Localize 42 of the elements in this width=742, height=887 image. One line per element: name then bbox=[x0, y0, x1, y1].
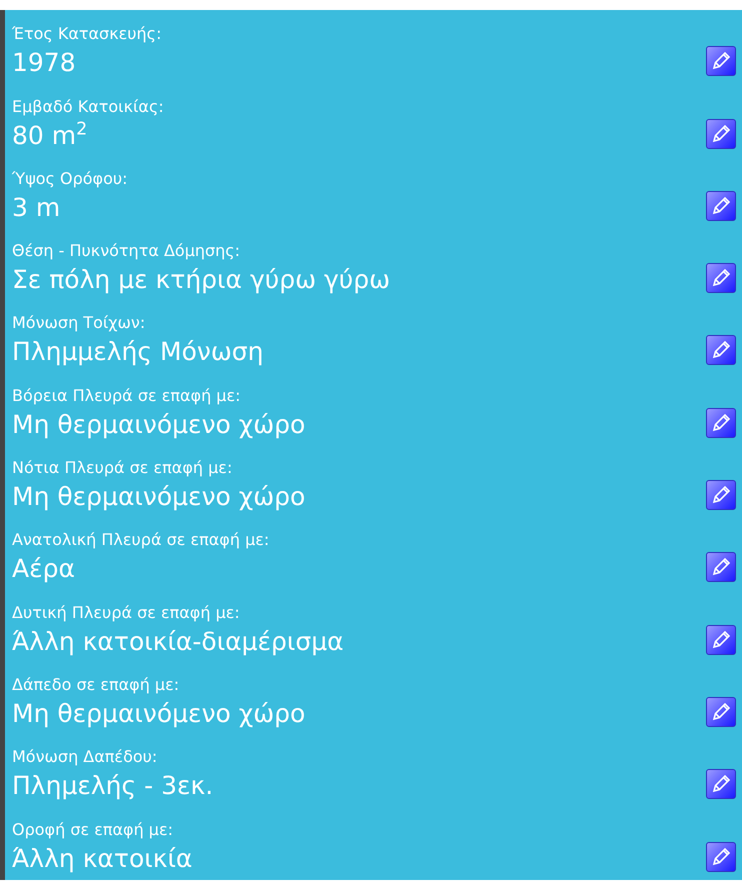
field-value: Άλλη κατοικία-διαμέρισμα bbox=[12, 626, 345, 658]
field-label: Ύψος Ορόφου: bbox=[12, 168, 129, 189]
field-label: Δυτική Πλευρά σε επαφή με: bbox=[12, 602, 241, 623]
field-value: Μη θερμαινόμενο χώρο bbox=[12, 408, 306, 441]
edit-button[interactable] bbox=[706, 696, 736, 727]
pencil-icon bbox=[710, 846, 732, 868]
edit-button[interactable] bbox=[706, 263, 736, 294]
field-value: Αέρα bbox=[12, 553, 76, 586]
pencil-icon bbox=[710, 194, 732, 217]
field-label: Έτος Κατασκευής: bbox=[12, 24, 162, 44]
field-label: Οροφή σε επαφή με: bbox=[12, 820, 174, 840]
field-label: Εμβαδό Κατοικίας: bbox=[12, 96, 165, 117]
pencil-icon bbox=[710, 122, 732, 145]
field-label: Θέση - Πυκνότητα Δόμησης: bbox=[12, 241, 242, 262]
edit-button[interactable] bbox=[706, 480, 736, 510]
pencil-icon bbox=[710, 412, 732, 434]
edit-button[interactable] bbox=[706, 408, 736, 438]
edit-button[interactable] bbox=[706, 46, 736, 76]
field-value: 1978 bbox=[12, 47, 77, 80]
edit-button[interactable] bbox=[706, 190, 736, 221]
edit-button[interactable] bbox=[706, 624, 736, 655]
pencil-icon bbox=[710, 628, 732, 651]
edit-button[interactable] bbox=[706, 118, 736, 149]
pencil-icon bbox=[710, 700, 732, 723]
field-value: 80 m$^{2}$ bbox=[12, 118, 88, 152]
field-label: Μόνωση Δαπέδου: bbox=[12, 747, 158, 768]
field-label: Νότια Πλευρά σε επαφή με: bbox=[12, 458, 234, 478]
field-value: Πλημελής - 3εκ. bbox=[12, 770, 214, 802]
edit-button[interactable] bbox=[706, 842, 736, 872]
field-value: Μη θερμαινόμενο χώρο bbox=[12, 698, 306, 730]
edit-button[interactable] bbox=[706, 552, 736, 582]
field-label: Δάπεδο σε επαφή με: bbox=[12, 674, 180, 695]
field-value: Πλημμελής Μόνωση bbox=[12, 336, 264, 368]
field-value: 3 m bbox=[12, 192, 62, 224]
field-label: Ανατολική Πλευρά σε επαφή με: bbox=[12, 530, 270, 550]
field-value: Σε πόλη με κτήρια γύρω γύρω bbox=[12, 264, 392, 296]
field-label: Μόνωση Τοίχων: bbox=[12, 313, 146, 334]
edit-button[interactable] bbox=[706, 335, 736, 366]
field-value: Άλλη κατοικία bbox=[12, 842, 194, 875]
field-label: Βόρεια Πλευρά σε επαφή με: bbox=[12, 386, 242, 406]
field-value: Μη θερμαινόμενο χώρο bbox=[12, 481, 306, 514]
edit-button[interactable] bbox=[706, 769, 736, 800]
